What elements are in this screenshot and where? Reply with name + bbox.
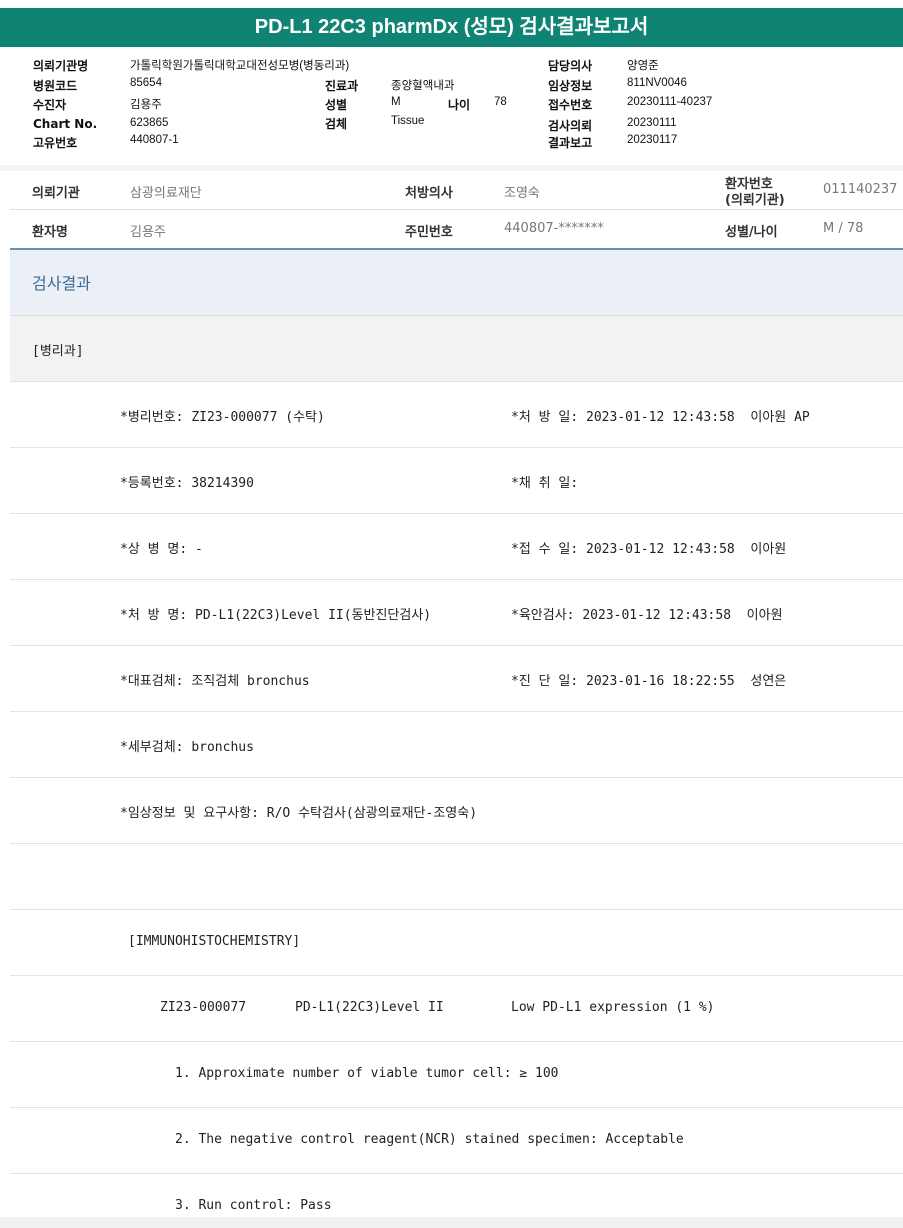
dept-tag: [병리과] — [32, 344, 84, 359]
doctor-value: 양영준 — [627, 60, 659, 72]
unique-no-value: 440807-1 — [130, 134, 179, 146]
pathology-no: *병리번호: ZI23-000077 (수탁) — [120, 410, 325, 425]
report-line: *등록번호: 38214390 *채 취 일: — [10, 448, 903, 514]
unique-no-label: 고유번호 — [33, 136, 78, 150]
report-line: *처 방 명: PD-L1(22C3)Level II(동반진단검사) *육안검… — [10, 580, 903, 646]
ihc-item-2: 2. The negative control reagent(NCR) sta… — [175, 1132, 684, 1147]
ihc-test: PD-L1(22C3)Level II — [295, 1000, 444, 1015]
sex-age-value: M / 78 — [823, 221, 864, 236]
org-value: 삼광의료재단 — [130, 186, 202, 201]
doctor-label: 담당의사 — [548, 59, 593, 73]
diagnosis-date: *진 단 일: 2023-01-16 18:22:55 성연은 — [511, 674, 787, 689]
ihc-result: Low PD-L1 expression (1 %) — [511, 1000, 715, 1015]
examinee-value: 김용주 — [130, 99, 162, 111]
request-label: 검사의뢰 — [548, 119, 593, 133]
org-label: 의뢰기관 — [32, 186, 80, 201]
report-line: [IMMUNOHISTOCHEMISTRY] — [10, 910, 903, 976]
representative-specimen: *대표검체: 조직검체 bronchus — [120, 674, 310, 689]
report-line: *대표검체: 조직검체 bronchus *진 단 일: 2023-01-16 … — [10, 646, 903, 712]
specimen-value: Tissue — [391, 115, 425, 127]
clinical-value: 811NV0046 — [627, 77, 687, 89]
hospital-code-value: 85654 — [130, 77, 162, 89]
results-section-title: 검사결과 — [32, 274, 91, 293]
patient-info-row: 환자명 김용주 주민번호 440807-******* 성별/나이 M / 78 — [10, 210, 903, 250]
age-value: 78 — [494, 96, 507, 108]
report-line: 2. The negative control reagent(NCR) sta… — [10, 1108, 903, 1174]
report-line: *세부검체: bronchus — [10, 712, 903, 778]
request-value: 20230111 — [627, 117, 677, 129]
report-line: ZI23-000077 PD-L1(22C3)Level II Low PD-L… — [10, 976, 903, 1042]
receipt-date: *접 수 일: 2023-01-12 12:43:58 이아원 — [511, 542, 787, 557]
hospital-code-label: 병원코드 — [33, 79, 78, 93]
clinical-request: *임상정보 및 요구사항: R/O 수탁검사(삼광의료재단-조영숙) — [120, 806, 478, 821]
chart-no-label: Chart No. — [33, 117, 98, 131]
registration-no: *등록번호: 38214390 — [120, 476, 254, 491]
report-line: *상 병 명: - *접 수 일: 2023-01-12 12:43:58 이아… — [10, 514, 903, 580]
report-line: 1. Approximate number of viable tumor ce… — [10, 1042, 903, 1108]
sex-age-label: 성별/나이 — [725, 225, 778, 240]
results-section-header: 검사결과 — [10, 250, 903, 316]
prescriber-value: 조영숙 — [504, 186, 540, 201]
ihc-id: ZI23-000077 — [160, 1000, 247, 1015]
sex-value: M — [391, 96, 401, 108]
collection-date: *채 취 일: — [511, 476, 579, 491]
report-line: *병리번호: ZI23-000077 (수탁) *처 방 일: 2023-01-… — [10, 382, 903, 448]
patient-name-value: 김용주 — [130, 225, 166, 240]
dept-label: 진료과 — [325, 79, 359, 93]
report-header: 의뢰기관명 가톨릭학원가톨릭대학교대전성모병(병동리과) 병원코드 85654 … — [0, 47, 903, 166]
receipt-value: 20230111-40237 — [627, 96, 713, 108]
disease-name: *상 병 명: - — [120, 542, 203, 557]
rrn-value: 440807-******* — [504, 221, 604, 236]
report-date-label: 결과보고 — [548, 136, 593, 150]
prescription-name: *처 방 명: PD-L1(22C3)Level II(동반진단검사) — [120, 608, 432, 623]
ihc-title: [IMMUNOHISTOCHEMISTRY] — [128, 934, 301, 949]
report-line-empty — [10, 844, 903, 910]
rrn-label: 주민번호 — [405, 225, 453, 240]
bottom-strip — [0, 1217, 903, 1228]
patient-info-row: 의뢰기관 삼광의료재단 처방의사 조영숙 환자번호 (의뢰기관) 0111402… — [10, 171, 903, 210]
sex-label: 성별 — [325, 98, 348, 112]
report-body: [병리과] *병리번호: ZI23-000077 (수탁) *처 방 일: 20… — [10, 316, 903, 1228]
ihc-item-3: 3. Run control: Pass — [175, 1198, 332, 1213]
referring-org-label: 의뢰기관명 — [33, 59, 89, 73]
prescriber-label: 처방의사 — [405, 186, 453, 201]
report-line: *임상정보 및 요구사항: R/O 수탁검사(삼광의료재단-조영숙) — [10, 778, 903, 844]
clinical-label: 임상정보 — [548, 79, 593, 93]
chart-no-value: 623865 — [130, 117, 169, 129]
receipt-label: 접수번호 — [548, 98, 593, 112]
patient-info: 의뢰기관 삼광의료재단 처방의사 조영숙 환자번호 (의뢰기관) 0111402… — [0, 171, 903, 250]
dept-value: 종양혈액내과 — [391, 80, 455, 92]
report-title: PD-L1 22C3 pharmDx (성모) 검사결과보고서 — [0, 8, 903, 47]
specimen-label: 검체 — [325, 117, 348, 131]
gross-exam: *육안검사: 2023-01-12 12:43:58 이아원 — [511, 608, 783, 623]
patient-name-label: 환자명 — [32, 225, 68, 240]
patient-no-value: 011140237 — [823, 182, 898, 197]
sub-specimen: *세부검체: bronchus — [120, 740, 254, 755]
prescription-date: *처 방 일: 2023-01-12 12:43:58 이아원 AP — [511, 410, 810, 425]
report-line: [병리과] — [10, 316, 903, 382]
ihc-item-1: 1. Approximate number of viable tumor ce… — [175, 1066, 559, 1081]
examinee-label: 수진자 — [33, 98, 67, 112]
age-label: 나이 — [448, 98, 471, 112]
patient-no-sublabel: (의뢰기관) — [725, 193, 785, 208]
referring-org-value: 가톨릭학원가톨릭대학교대전성모병(병동리과) — [130, 60, 350, 72]
report-date-value: 20230117 — [627, 134, 678, 146]
